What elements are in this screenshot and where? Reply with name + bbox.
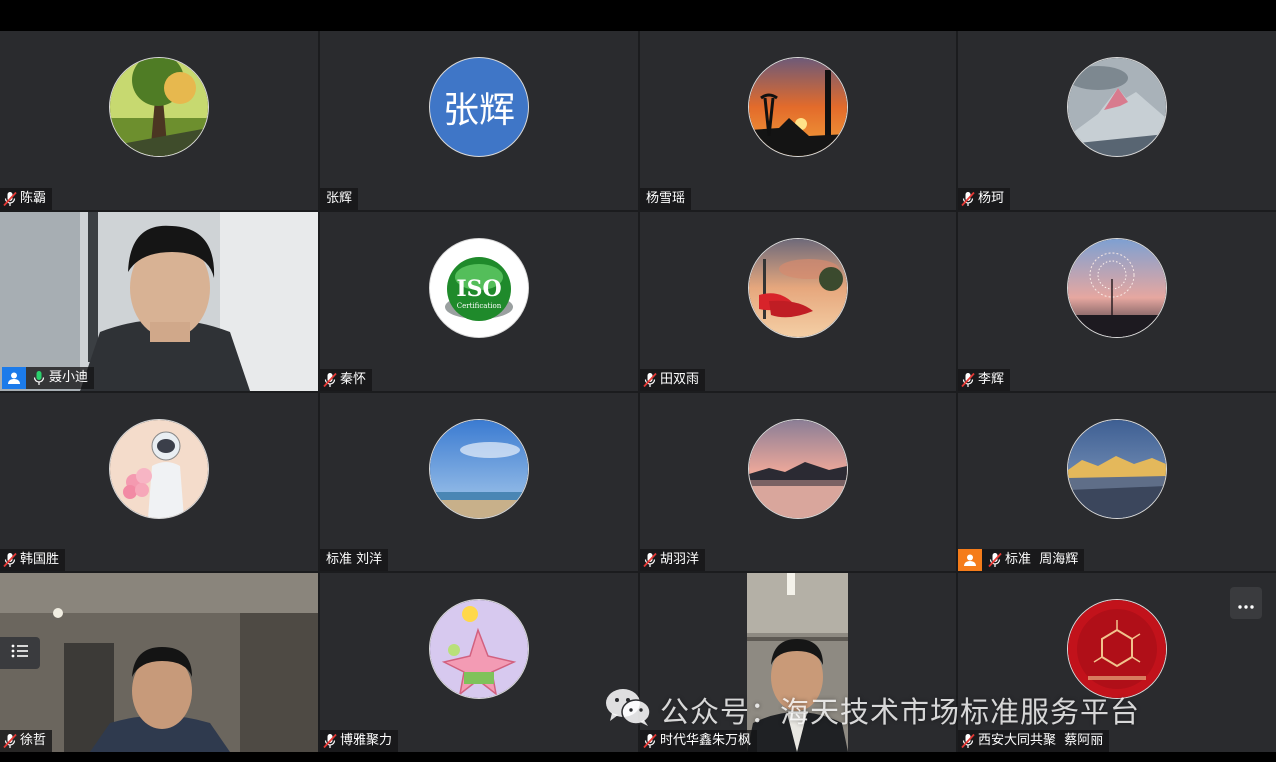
watermark: 公众号：海天技术市场标准服务平台	[604, 688, 1141, 730]
participant-name: 时代华鑫朱万枫	[660, 733, 752, 748]
name-tag: 李辉	[958, 369, 1011, 391]
name-tag: 杨珂	[958, 188, 1011, 210]
mic-muted-icon	[3, 552, 17, 568]
mic-muted-icon	[323, 372, 337, 388]
participant-name: 张辉	[326, 191, 353, 206]
avatar	[429, 599, 529, 699]
participant-name: 标准 周海辉	[1005, 552, 1079, 567]
avatar	[1067, 238, 1167, 338]
avatar	[748, 419, 848, 519]
avatar	[429, 419, 529, 519]
participant-name: 韩国胜	[20, 552, 60, 567]
participant-name: 秦怀	[340, 372, 367, 387]
name-tag: 聂小迪	[2, 367, 95, 389]
avatar: ISO Certification	[429, 238, 529, 338]
participant-name: 徐哲	[20, 733, 47, 748]
participant-name: 陈霸	[20, 191, 47, 206]
name-tag: 博雅聚力	[320, 730, 399, 752]
name-tag: 韩国胜	[0, 549, 66, 571]
video-grid: 陈霸 张辉 张辉 杨雪瑶 杨珂 聂小迪 ISO Certification 秦怀…	[0, 31, 1276, 752]
avatar	[109, 419, 209, 519]
participant-tile[interactable]: 张辉 张辉	[320, 31, 638, 210]
cohost-badge-icon	[958, 549, 982, 571]
avatar	[109, 57, 209, 157]
name-tag: 秦怀	[320, 369, 373, 391]
name-tag: 时代华鑫朱万枫	[640, 730, 758, 752]
mic-speaking-icon	[32, 370, 46, 386]
avatar	[748, 238, 848, 338]
participant-name: 胡羽洋	[660, 552, 700, 567]
name-tag: 张辉	[320, 188, 359, 210]
name-tag: 西安大同共聚 蔡阿丽	[958, 730, 1110, 752]
participant-name: 杨雪瑶	[646, 191, 686, 206]
participant-tile[interactable]: 杨雪瑶	[640, 31, 956, 210]
name-tag: 标准 刘洋	[320, 549, 389, 571]
mic-muted-icon	[961, 733, 975, 749]
avatar	[1067, 57, 1167, 157]
mic-muted-icon	[988, 552, 1002, 568]
participant-tile-active-speaker[interactable]: 聂小迪	[0, 212, 318, 391]
mic-muted-icon	[3, 191, 17, 207]
participant-tile[interactable]: 韩国胜	[0, 393, 318, 571]
participant-tile[interactable]: 陈霸	[0, 31, 318, 210]
avatar	[1067, 599, 1167, 699]
avatar: 张辉	[429, 57, 529, 157]
mic-muted-icon	[643, 372, 657, 388]
list-icon	[10, 643, 30, 663]
participant-tile[interactable]: 胡羽洋	[640, 393, 956, 571]
wechat-icon	[604, 687, 652, 734]
participant-name: 西安大同共聚 蔡阿丽	[978, 733, 1104, 748]
participant-video	[0, 212, 318, 391]
participant-tile[interactable]: 标准 刘洋	[320, 393, 638, 571]
name-tag: 徐哲	[0, 730, 53, 752]
more-options-icon	[1238, 594, 1254, 613]
participant-name: 李辉	[978, 372, 1005, 387]
mic-muted-icon	[961, 372, 975, 388]
avatar-text: ISO	[456, 276, 501, 302]
participant-tile[interactable]: 田双雨	[640, 212, 956, 391]
mic-muted-icon	[3, 733, 17, 749]
top-bar	[0, 0, 1276, 31]
participant-name: 博雅聚力	[340, 733, 393, 748]
participant-name: 聂小迪	[49, 370, 89, 385]
mic-muted-icon	[323, 733, 337, 749]
name-tag: 胡羽洋	[640, 549, 706, 571]
watermark-text: 公众号：海天技术市场标准服务平台	[660, 695, 1141, 729]
participant-tile[interactable]: 杨珂	[958, 31, 1276, 210]
avatar-text: 张辉	[442, 90, 515, 131]
host-badge-icon	[2, 367, 26, 389]
participant-name: 杨珂	[978, 191, 1005, 206]
participant-tile[interactable]: 博雅聚力	[320, 573, 638, 752]
list-button[interactable]	[0, 637, 40, 669]
mic-muted-icon	[961, 191, 975, 207]
participant-tile[interactable]: 标准 周海辉	[958, 393, 1276, 571]
participant-tile[interactable]: ISO Certification 秦怀	[320, 212, 638, 391]
name-tag: 杨雪瑶	[640, 188, 692, 210]
mic-muted-icon	[643, 733, 657, 749]
more-options-button[interactable]	[1230, 587, 1262, 619]
participant-tile[interactable]: 李辉	[958, 212, 1276, 391]
name-tag: 田双雨	[640, 369, 706, 391]
avatar	[1067, 419, 1167, 519]
mic-muted-icon	[643, 552, 657, 568]
participant-tile[interactable]: 徐哲	[0, 573, 318, 752]
avatar-subtext: Certification	[457, 302, 502, 310]
bottom-bar	[0, 752, 1276, 762]
participant-name: 标准 刘洋	[326, 552, 383, 567]
name-tag: 标准 周海辉	[958, 549, 1085, 571]
name-tag: 陈霸	[0, 188, 53, 210]
participant-name: 田双雨	[660, 372, 700, 387]
participant-video	[0, 573, 318, 752]
avatar	[748, 57, 848, 157]
